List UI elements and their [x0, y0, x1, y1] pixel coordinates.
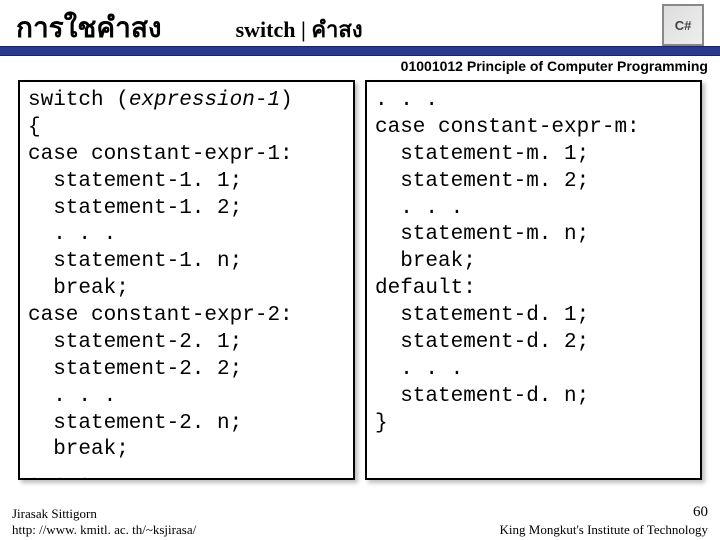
logo-text: C# — [675, 18, 692, 33]
title-sub: switch | คำสง — [236, 12, 363, 47]
code-line: statement-m. 2; — [375, 169, 692, 196]
slide-header: การใชคำสง switch | คำสง C# — [0, 0, 720, 54]
code-line: statement-2. 1; — [28, 330, 345, 357]
code-box-left: switch (expression-1) { case constant-ex… — [18, 80, 355, 480]
code-line: statement-2. 2; — [28, 357, 345, 384]
code-line: statement-2. n; — [28, 411, 345, 438]
code-line: . . . — [28, 222, 345, 249]
code-line: } — [375, 411, 692, 438]
author-url: http: //www. kmitl. ac. th/~ksjirasa/ — [12, 522, 196, 538]
footer-right: 60 King Mongkut's Institute of Technolog… — [500, 503, 708, 538]
code-line: statement-d. 2; — [375, 330, 692, 357]
code-line: case constant-expr-1: — [28, 142, 345, 169]
code-line: case constant-expr-m: — [375, 115, 692, 142]
code-line: statement-1. 2; — [28, 196, 345, 223]
code-line: break; — [375, 249, 692, 276]
footer-left: Jirasak Sittigorn http: //www. kmitl. ac… — [12, 506, 196, 539]
course-code-line: 01001012 Principle of Computer Programmi… — [401, 58, 708, 74]
code-line: break; — [28, 276, 345, 303]
institute-name: King Mongkut's Institute of Technology — [500, 522, 708, 538]
code-line: statement-d. 1; — [375, 303, 692, 330]
code-line: . . . — [28, 384, 345, 411]
code-line: statement-m. 1; — [375, 142, 692, 169]
code-line: case constant-expr-2: — [28, 303, 345, 330]
content-area: switch (expression-1) { case constant-ex… — [18, 80, 702, 480]
author-name: Jirasak Sittigorn — [12, 506, 196, 522]
code-line: . . . — [28, 464, 345, 480]
code-line: statement-1. 1; — [28, 169, 345, 196]
divider-bar — [0, 46, 720, 56]
code-line: default: — [375, 276, 692, 303]
code-line: statement-m. n; — [375, 222, 692, 249]
code-line: . . . — [375, 88, 692, 115]
title-main: การใชคำสง — [16, 6, 162, 50]
code-line: . . . — [375, 196, 692, 223]
code-line: statement-d. n; — [375, 384, 692, 411]
code-line: break; — [28, 437, 345, 464]
code-line: . . . — [375, 357, 692, 384]
logo-badge: C# — [662, 4, 704, 46]
code-line: statement-1. n; — [28, 249, 345, 276]
code-line: switch (expression-1) — [28, 88, 345, 115]
code-box-right: . . . case constant-expr-m: statement-m.… — [365, 80, 702, 480]
page-number: 60 — [500, 503, 708, 522]
code-line: { — [28, 115, 345, 142]
